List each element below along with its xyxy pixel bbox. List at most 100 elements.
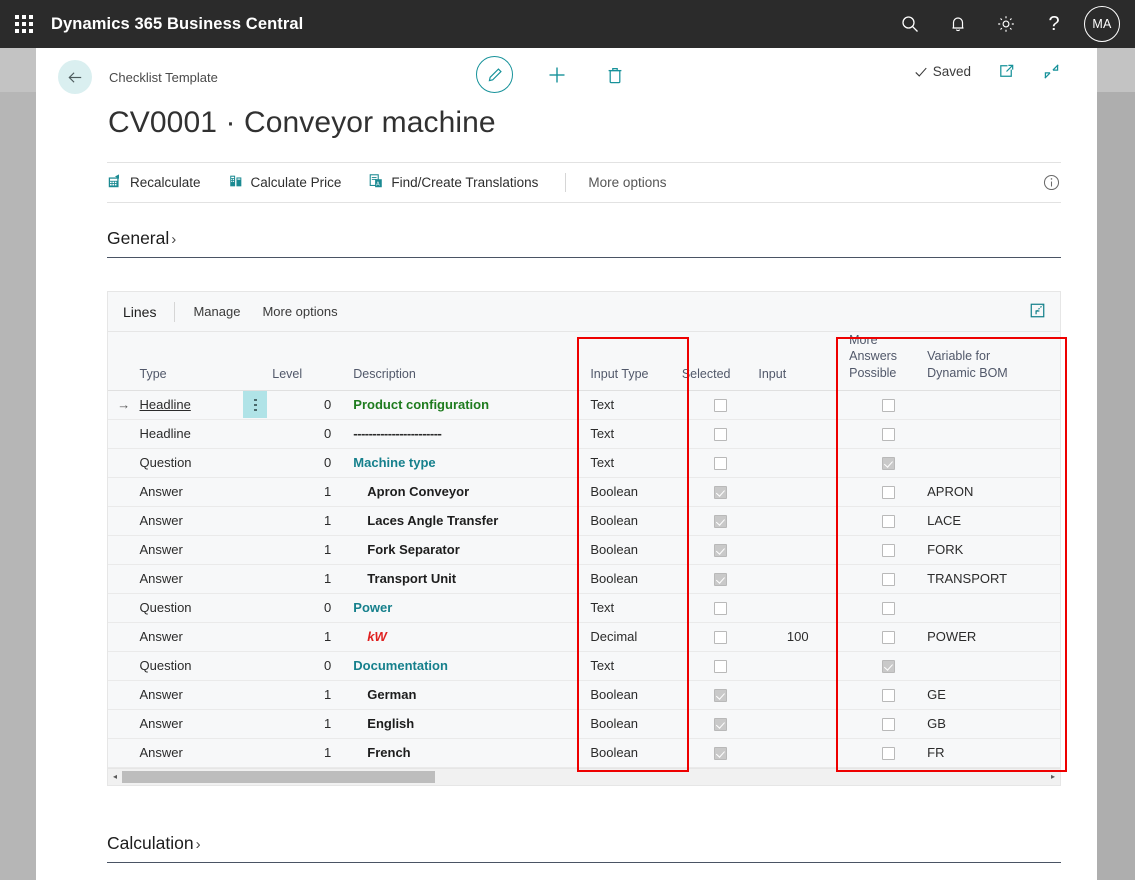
cell-selected[interactable] xyxy=(682,477,759,506)
selected-checkbox[interactable] xyxy=(714,544,727,557)
selected-checkbox[interactable] xyxy=(714,457,727,470)
cell-level[interactable]: 0 xyxy=(272,390,353,419)
cell-input[interactable] xyxy=(758,651,837,680)
cell-more-answers-possible[interactable] xyxy=(837,651,927,680)
cell-more-answers-possible[interactable] xyxy=(837,709,927,738)
cell-level[interactable]: 0 xyxy=(272,651,353,680)
cell-row-menu[interactable] xyxy=(239,622,273,651)
cell-input[interactable] xyxy=(758,738,837,767)
cell-type[interactable]: Answer xyxy=(140,564,239,593)
cell-input[interactable] xyxy=(758,506,837,535)
bell-icon[interactable] xyxy=(934,0,982,48)
grid-col-type[interactable]: Type xyxy=(140,332,239,390)
cell-variable-dynamic-bom[interactable] xyxy=(927,448,1060,477)
cell-description[interactable]: Documentation xyxy=(353,651,578,680)
cell-type[interactable]: Question xyxy=(140,448,239,477)
table-row[interactable]: Headline0-----------------------Text xyxy=(108,419,1060,448)
cell-more-answers-possible[interactable] xyxy=(837,419,927,448)
cell-more-answers-possible[interactable] xyxy=(837,593,927,622)
cell-selected[interactable] xyxy=(682,709,759,738)
cell-level[interactable]: 1 xyxy=(272,535,353,564)
cell-type[interactable]: Answer xyxy=(140,738,239,767)
cell-more-answers-possible[interactable] xyxy=(837,390,927,419)
gear-icon[interactable] xyxy=(982,0,1030,48)
grid-col-input-type[interactable]: Input Type xyxy=(578,332,682,390)
table-row[interactable]: Answer1Fork SeparatorBooleanFORK xyxy=(108,535,1060,564)
cell-variable-dynamic-bom[interactable]: APRON xyxy=(927,477,1060,506)
cell-selected[interactable] xyxy=(682,506,759,535)
cell-description[interactable]: Apron Conveyor xyxy=(353,477,578,506)
cell-input-type[interactable]: Boolean xyxy=(578,506,682,535)
selected-checkbox[interactable] xyxy=(714,631,727,644)
cell-level[interactable]: 1 xyxy=(272,622,353,651)
table-row[interactable]: Answer1Transport UnitBooleanTRANSPORT xyxy=(108,564,1060,593)
cell-level[interactable]: 0 xyxy=(272,448,353,477)
selected-checkbox[interactable] xyxy=(714,428,727,441)
cell-selected[interactable] xyxy=(682,651,759,680)
cell-type[interactable]: Answer xyxy=(140,506,239,535)
more-answers-checkbox[interactable] xyxy=(882,689,895,702)
cell-row-menu[interactable] xyxy=(239,535,273,564)
cell-more-answers-possible[interactable] xyxy=(837,680,927,709)
cell-input[interactable] xyxy=(758,593,837,622)
cell-input-type[interactable]: Boolean xyxy=(578,680,682,709)
cell-description[interactable]: English xyxy=(353,709,578,738)
cell-variable-dynamic-bom[interactable] xyxy=(927,390,1060,419)
cell-description[interactable]: Transport Unit xyxy=(353,564,578,593)
more-answers-checkbox[interactable] xyxy=(882,486,895,499)
selected-checkbox[interactable] xyxy=(714,718,727,731)
cell-input[interactable] xyxy=(758,390,837,419)
cell-type[interactable]: Answer xyxy=(140,477,239,506)
table-row[interactable]: Answer1Apron ConveyorBooleanAPRON xyxy=(108,477,1060,506)
find-create-translations-button[interactable]: A Find/Create Translations xyxy=(368,163,538,202)
grid-col-selected[interactable]: Selected xyxy=(682,332,759,390)
cell-level[interactable]: 0 xyxy=(272,593,353,622)
cell-more-answers-possible[interactable] xyxy=(837,477,927,506)
cell-type[interactable]: Headline xyxy=(140,390,239,419)
more-answers-checkbox[interactable] xyxy=(882,631,895,644)
trash-icon[interactable] xyxy=(601,59,629,91)
cell-selected[interactable] xyxy=(682,448,759,477)
selected-checkbox[interactable] xyxy=(714,573,727,586)
cell-more-answers-possible[interactable] xyxy=(837,506,927,535)
selected-checkbox[interactable] xyxy=(714,689,727,702)
cell-variable-dynamic-bom[interactable]: TRANSPORT xyxy=(927,564,1060,593)
more-answers-checkbox[interactable] xyxy=(882,428,895,441)
cell-variable-dynamic-bom[interactable]: POWER xyxy=(927,622,1060,651)
cell-input[interactable] xyxy=(758,564,837,593)
table-row[interactable]: Answer1Laces Angle TransferBooleanLACE xyxy=(108,506,1060,535)
cell-input[interactable]: 100 xyxy=(758,622,837,651)
back-arrow-icon[interactable] xyxy=(58,60,92,94)
selected-checkbox[interactable] xyxy=(714,486,727,499)
cell-input-type[interactable]: Boolean xyxy=(578,709,682,738)
table-row[interactable]: Question0PowerText xyxy=(108,593,1060,622)
cell-row-menu[interactable] xyxy=(239,477,273,506)
grid-col-level[interactable]: Level xyxy=(272,332,353,390)
cell-selected[interactable] xyxy=(682,680,759,709)
cell-input[interactable] xyxy=(758,709,837,738)
cell-variable-dynamic-bom[interactable]: FR xyxy=(927,738,1060,767)
cell-level[interactable]: 1 xyxy=(272,564,353,593)
horizontal-scrollbar[interactable]: ◂ ▸ xyxy=(108,768,1060,785)
cell-input-type[interactable]: Text xyxy=(578,390,682,419)
cell-more-answers-possible[interactable] xyxy=(837,535,927,564)
cell-type[interactable]: Answer xyxy=(140,622,239,651)
grid-col-more-answers-possible[interactable]: More Answers Possible xyxy=(837,332,927,390)
cell-level[interactable]: 1 xyxy=(272,709,353,738)
cell-level[interactable]: 0 xyxy=(272,419,353,448)
pencil-icon[interactable] xyxy=(476,56,513,93)
cell-type[interactable]: Question xyxy=(140,651,239,680)
more-options-button[interactable]: More options xyxy=(588,175,666,190)
more-answers-checkbox[interactable] xyxy=(882,747,895,760)
cell-row-menu[interactable] xyxy=(239,506,273,535)
cell-input[interactable] xyxy=(758,680,837,709)
more-answers-checkbox[interactable] xyxy=(882,399,895,412)
info-icon[interactable] xyxy=(1042,173,1061,197)
cell-row-menu[interactable] xyxy=(239,448,273,477)
cell-row-menu[interactable] xyxy=(239,709,273,738)
breadcrumb[interactable]: Checklist Template xyxy=(109,70,218,85)
more-answers-checkbox[interactable] xyxy=(882,602,895,615)
cell-selected[interactable] xyxy=(682,738,759,767)
cell-input-type[interactable]: Boolean xyxy=(578,535,682,564)
cell-more-answers-possible[interactable] xyxy=(837,564,927,593)
